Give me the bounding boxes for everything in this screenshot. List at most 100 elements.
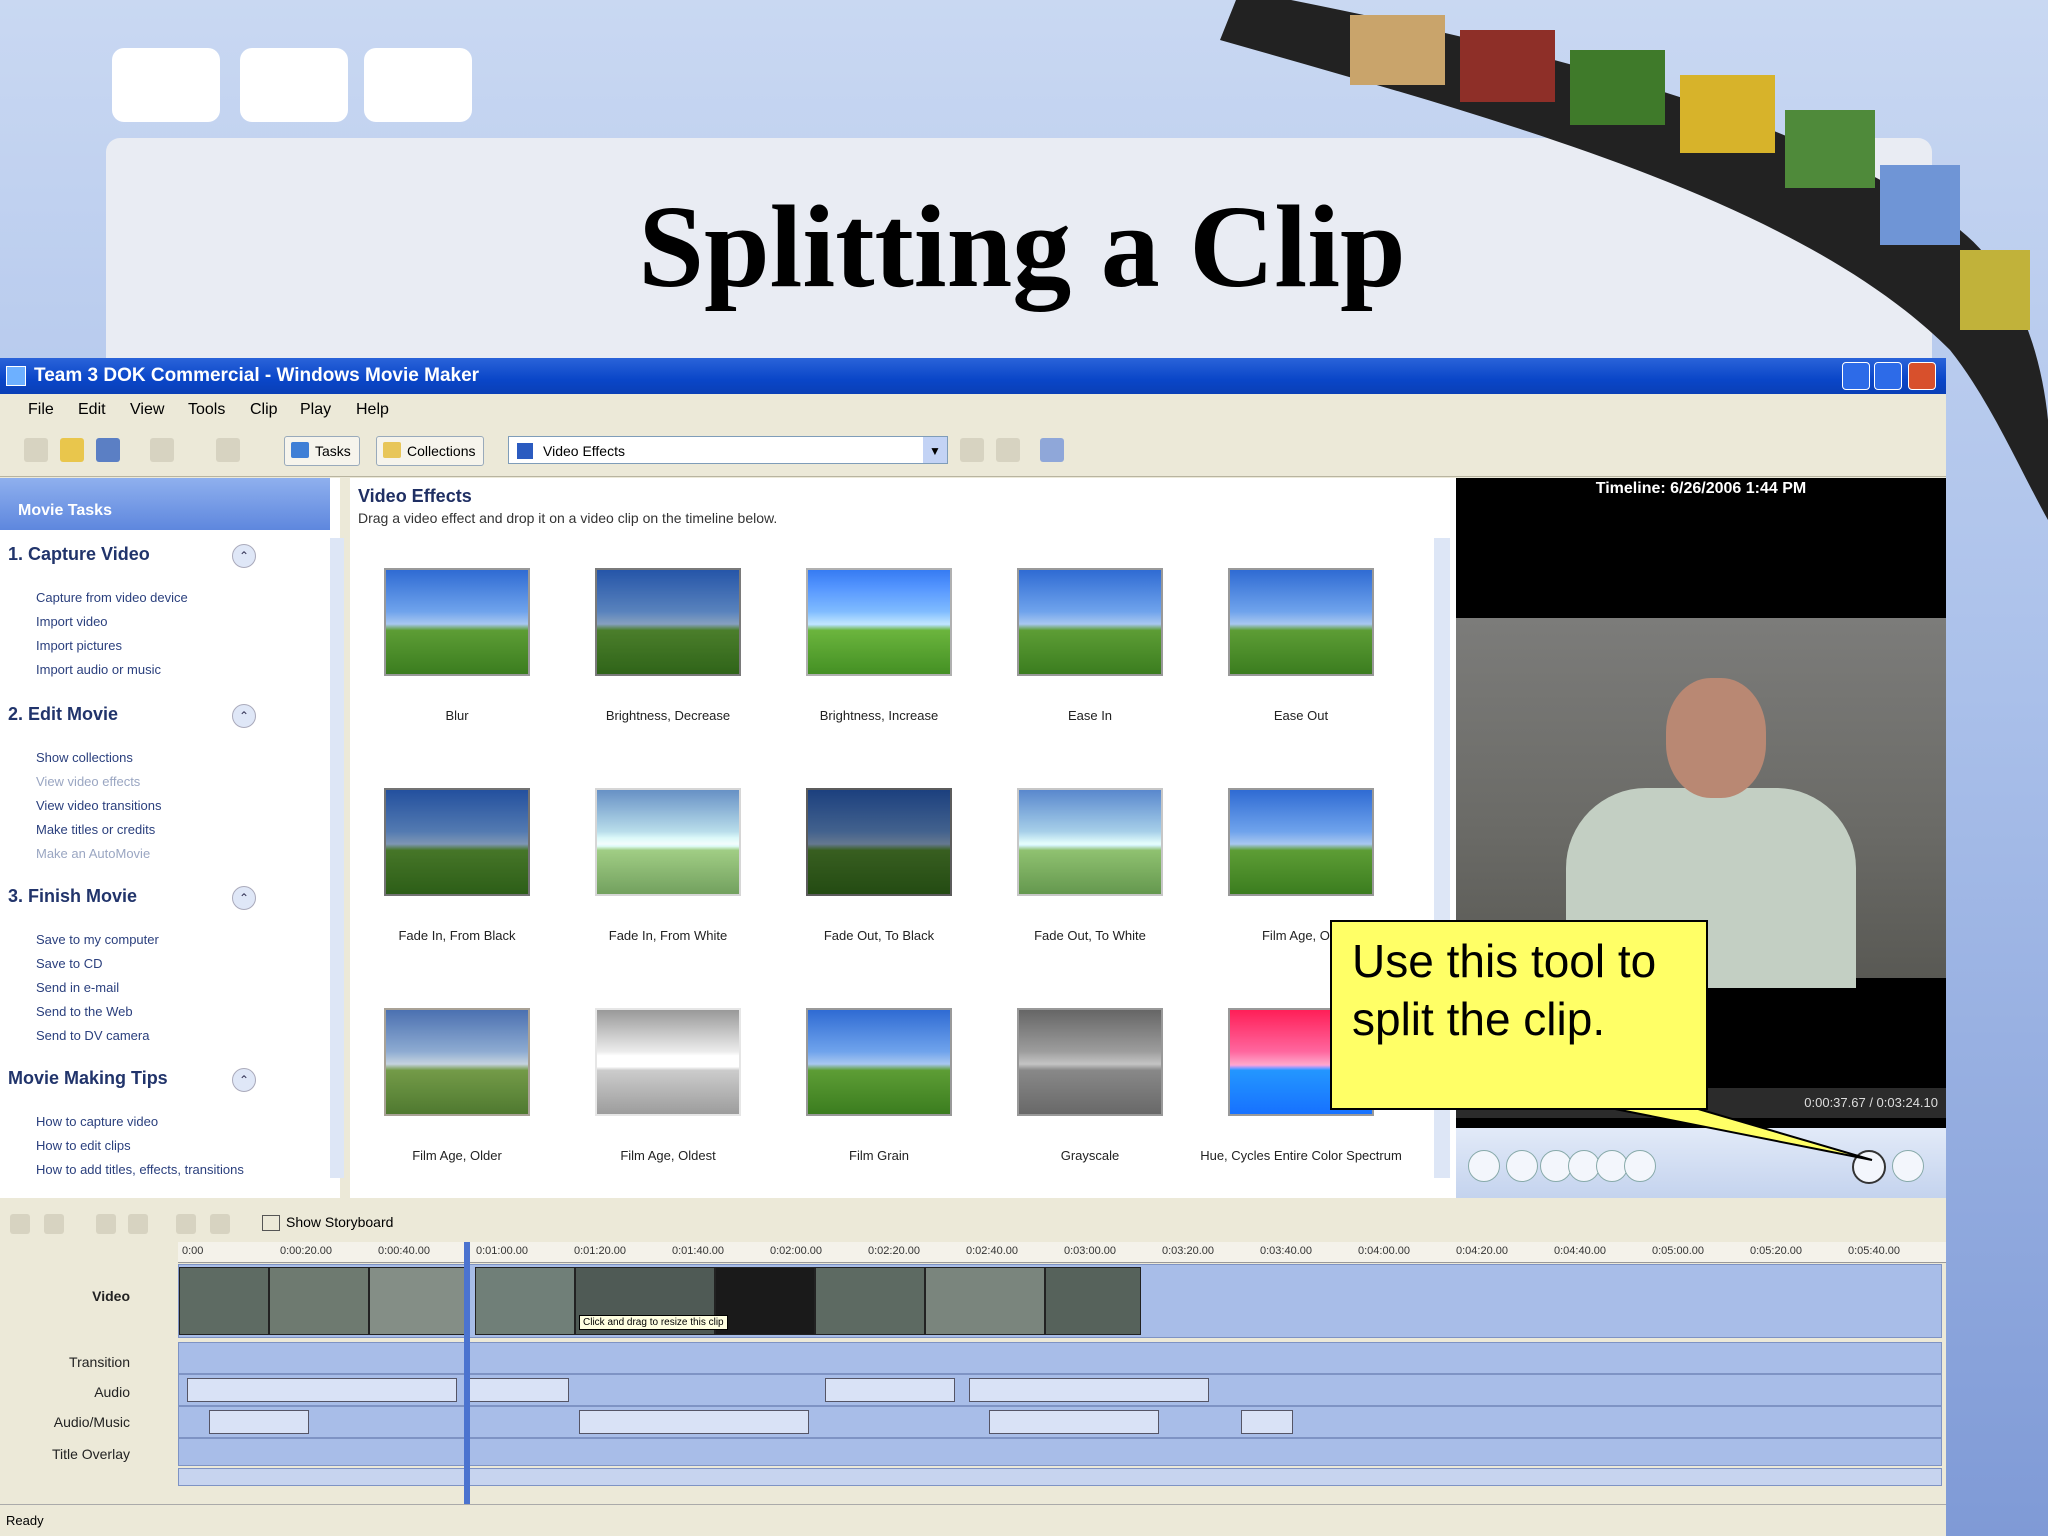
task-send-web[interactable]: Send to the Web (36, 1004, 133, 1019)
audio-track[interactable] (178, 1374, 1942, 1406)
audio-clip[interactable] (969, 1378, 1209, 1402)
redo-icon[interactable] (216, 438, 240, 462)
transition-track[interactable] (178, 1342, 1942, 1374)
play-button[interactable] (1468, 1150, 1500, 1182)
views-icon[interactable] (1040, 438, 1064, 462)
video-clip[interactable] (925, 1267, 1045, 1335)
tasks-scrollbar[interactable] (330, 538, 344, 1178)
task-show-collections[interactable]: Show collections (36, 750, 133, 765)
task-make-automovie[interactable]: Make an AutoMovie (36, 846, 150, 861)
effect-tile[interactable]: Fade In, From Black (350, 788, 550, 988)
effect-tile[interactable]: Brightness, Increase (772, 568, 972, 768)
music-clip[interactable] (989, 1410, 1159, 1434)
new-project-icon[interactable] (24, 438, 48, 462)
section-edit-movie[interactable]: 2. Edit Movie (8, 704, 118, 725)
music-clip[interactable] (579, 1410, 809, 1434)
task-send-dv-camera[interactable]: Send to DV camera (36, 1028, 149, 1043)
zoom-in-icon[interactable] (96, 1214, 116, 1234)
video-clip[interactable] (1045, 1267, 1141, 1335)
rewind-timeline-icon[interactable] (176, 1214, 196, 1234)
tasks-header[interactable]: Movie Tasks (0, 478, 330, 530)
title-overlay-track[interactable] (178, 1438, 1942, 1466)
save-project-icon[interactable] (96, 438, 120, 462)
undo-icon[interactable] (150, 438, 174, 462)
video-clip[interactable] (475, 1267, 575, 1335)
task-view-video-transitions[interactable]: View video transitions (36, 798, 162, 813)
collapse-icon[interactable]: ⌃ (232, 886, 256, 910)
task-make-titles[interactable]: Make titles or credits (36, 822, 155, 837)
menu-view[interactable]: View (130, 401, 164, 419)
window-titlebar[interactable]: Team 3 DOK Commercial - Windows Movie Ma… (0, 358, 1946, 394)
menu-file[interactable]: File (28, 401, 54, 419)
music-clip[interactable] (1241, 1410, 1293, 1434)
audio-clip[interactable] (825, 1378, 955, 1402)
audio-music-track[interactable] (178, 1406, 1942, 1438)
music-clip[interactable] (209, 1410, 309, 1434)
collapse-icon[interactable]: ⌃ (232, 1068, 256, 1092)
audio-clip[interactable] (469, 1378, 569, 1402)
video-clip[interactable] (269, 1267, 369, 1335)
effect-tile[interactable]: Fade Out, To White (983, 788, 1183, 988)
effect-tile[interactable]: Grayscale (983, 1008, 1183, 1208)
effect-thumbnail (595, 568, 741, 676)
effect-tile[interactable]: Fade In, From White (561, 788, 761, 988)
up-level-icon[interactable] (960, 438, 984, 462)
effect-tile[interactable]: Ease In (983, 568, 1183, 768)
collections-button[interactable]: Collections (376, 436, 485, 466)
section-capture-video[interactable]: 1. Capture Video (8, 544, 150, 565)
location-select[interactable]: Video Effects ▼ (508, 436, 948, 464)
close-button[interactable] (1908, 362, 1936, 390)
set-audio-levels-icon[interactable] (10, 1214, 30, 1234)
section-finish-movie[interactable]: 3. Finish Movie (8, 886, 137, 907)
video-clip[interactable] (179, 1267, 269, 1335)
show-storyboard-button[interactable]: Show Storyboard (262, 1214, 393, 1232)
menu-tools[interactable]: Tools (188, 401, 225, 419)
menu-clip[interactable]: Clip (250, 401, 278, 419)
take-picture-button[interactable] (1892, 1150, 1924, 1182)
next-frame-button[interactable] (1624, 1150, 1656, 1182)
timeline-ruler[interactable]: 0:00 0:00:20.00 0:00:40.00 0:01:00.00 0:01:2… (178, 1242, 1946, 1263)
effect-tile[interactable]: Fade Out, To Black (772, 788, 972, 988)
task-save-to-cd[interactable]: Save to CD (36, 956, 102, 971)
task-import-video[interactable]: Import video (36, 614, 108, 629)
split-clip-button[interactable] (1852, 1150, 1886, 1184)
video-clip[interactable] (369, 1267, 469, 1335)
maximize-button[interactable] (1874, 362, 1902, 390)
video-clip[interactable] (815, 1267, 925, 1335)
tasks-button[interactable]: Tasks (284, 436, 360, 466)
collapse-icon[interactable]: ⌃ (232, 704, 256, 728)
task-send-email[interactable]: Send in e-mail (36, 980, 119, 995)
effect-tile[interactable]: Brightness, Decrease (561, 568, 761, 768)
play-timeline-icon[interactable] (210, 1214, 230, 1234)
timeline-scrollbar[interactable] (178, 1468, 1942, 1486)
effect-tile[interactable]: Film Age, Oldest (561, 1008, 761, 1208)
video-track[interactable]: Click and drag to resize this clip (178, 1264, 1942, 1338)
effect-tile[interactable]: Film Age, Older (350, 1008, 550, 1208)
collapse-icon[interactable]: ⌃ (232, 544, 256, 568)
open-project-icon[interactable] (60, 438, 84, 462)
playhead[interactable] (464, 1242, 470, 1516)
tip-add-titles[interactable]: How to add titles, effects, transitions (36, 1162, 244, 1177)
chevron-down-icon[interactable]: ▼ (923, 437, 947, 463)
effect-tile[interactable]: Ease Out (1194, 568, 1394, 768)
minimize-button[interactable] (1842, 362, 1870, 390)
video-clip[interactable] (715, 1267, 815, 1335)
task-import-audio[interactable]: Import audio or music (36, 662, 161, 677)
task-import-pictures[interactable]: Import pictures (36, 638, 122, 653)
narrate-timeline-icon[interactable] (44, 1214, 64, 1234)
menu-help[interactable]: Help (356, 401, 389, 419)
section-tips[interactable]: Movie Making Tips (8, 1068, 168, 1089)
task-view-video-effects[interactable]: View video effects (36, 774, 140, 789)
menu-edit[interactable]: Edit (78, 401, 106, 419)
tip-edit-clips[interactable]: How to edit clips (36, 1138, 131, 1153)
menu-play[interactable]: Play (300, 401, 331, 419)
tip-capture-video[interactable]: How to capture video (36, 1114, 158, 1129)
effect-tile[interactable]: Blur (350, 568, 550, 768)
task-capture-from-device[interactable]: Capture from video device (36, 590, 188, 605)
audio-clip[interactable] (187, 1378, 457, 1402)
zoom-out-icon[interactable] (128, 1214, 148, 1234)
new-folder-icon[interactable] (996, 438, 1020, 462)
task-save-to-computer[interactable]: Save to my computer (36, 932, 159, 947)
effect-tile[interactable]: Film Grain (772, 1008, 972, 1208)
stop-button[interactable] (1506, 1150, 1538, 1182)
